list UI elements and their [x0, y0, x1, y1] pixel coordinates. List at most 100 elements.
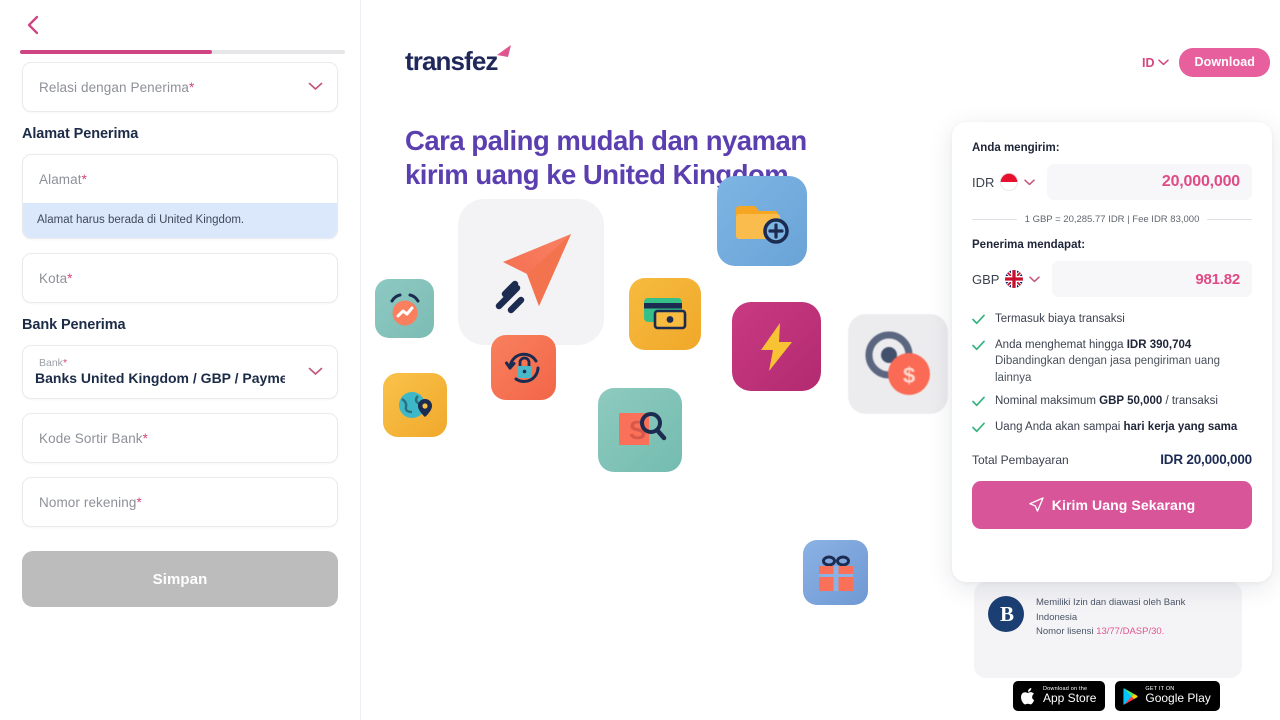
transfez-logo[interactable]: transfez	[405, 45, 515, 76]
bank-label: Bank*	[39, 356, 68, 369]
bank-select[interactable]: Bank* Banks United Kingdom / GBP / Payme…	[22, 345, 338, 399]
benefit-text: Nominal maksimum GBP 50,000 / transaksi	[995, 394, 1218, 407]
language-selector[interactable]: ID	[1142, 56, 1170, 70]
license-number: 13/77/DASP/30.	[1096, 626, 1165, 638]
alarm-chart-icon	[375, 279, 434, 338]
send-amount-value: 20,000,000	[1161, 173, 1240, 190]
receive-amount-input[interactable]: 981.82	[1052, 261, 1252, 297]
license-panel: B Memiliki Izin dan diawasi oleh Bank In…	[974, 582, 1242, 678]
hero-line-2: kirim uang ke United Kingdom	[405, 158, 789, 190]
app-store-badges: Download on the App Store GET IT ON Goog…	[1013, 681, 1220, 711]
benefit-item: Nominal maksimum GBP 50,000 / transaksi	[972, 393, 1252, 412]
benefit-item: Uang Anda akan sampai hari kerja yang sa…	[972, 419, 1252, 438]
check-icon	[972, 312, 985, 330]
save-button[interactable]: Simpan	[22, 551, 338, 607]
benefit-text: Anda menghemat hingga IDR 390,704 Dibandi…	[995, 339, 1221, 384]
chevron-left-icon	[27, 15, 38, 35]
license-text: Memiliki Izin dan diawasi oleh Bank Indo…	[1036, 596, 1185, 640]
globe-location-icon	[383, 373, 447, 437]
benefit-text: Uang Anda akan sampai hari kerja yang sa…	[995, 420, 1238, 433]
license-line-2: Indonesia	[1036, 611, 1078, 623]
form-progress-fill	[20, 50, 212, 54]
address-hint: Alamat harus berada di United Kingdom.	[23, 203, 337, 238]
account-number-placeholder: Nomor rekening*	[39, 494, 142, 510]
city-input[interactable]: Kota*	[22, 253, 338, 303]
address-input[interactable]: Alamat*	[23, 155, 337, 203]
license-line-1: Memiliki Izin dan diawasi oleh Bank	[1036, 597, 1186, 608]
bank-section-title: Bank Penerima	[22, 317, 126, 333]
check-icon	[972, 394, 985, 412]
sidebar-form-body: Relasi dengan Penerima* Alamat Penerima …	[0, 48, 360, 607]
google-play-badge[interactable]: GET IT ON Google Play	[1115, 681, 1220, 711]
header-controls: ID Download	[1142, 48, 1270, 77]
download-button[interactable]: Download	[1179, 48, 1270, 77]
benefit-text: Termasuk biaya transaksi	[995, 313, 1125, 325]
google-play-icon	[1123, 687, 1138, 705]
receive-amount-value: 981.82	[1195, 270, 1240, 288]
uk-flag-icon	[1005, 270, 1024, 288]
money-search-icon: S	[598, 388, 682, 472]
relation-select[interactable]: Relasi dengan Penerima*	[22, 62, 338, 112]
benefits-list: Termasuk biaya transaksi Anda menghemat h…	[972, 311, 1252, 438]
send-amount-input[interactable]: 20,000,000	[1047, 164, 1252, 200]
lock-refresh-icon	[491, 335, 556, 400]
receive-currency-selector[interactable]: GBP	[972, 270, 1046, 288]
svg-text:$: $	[903, 363, 915, 388]
app-store-badge[interactable]: Download on the App Store	[1013, 681, 1106, 711]
send-plane-icon	[1029, 497, 1044, 513]
chevron-down-icon	[1158, 59, 1170, 66]
form-progress-bar	[20, 50, 345, 54]
sort-code-input[interactable]: Kode Sortir Bank*	[22, 413, 338, 463]
receive-label: Penerima mendapat:	[972, 239, 1086, 251]
total-payment-row: Total Pembayaran IDR 20,000,000	[972, 452, 1252, 467]
address-field-group: Alamat* Alamat harus berada di United Ki…	[22, 154, 338, 239]
benefit-item: Anda menghemat hingga IDR 390,704 Dibandi…	[972, 337, 1252, 386]
exchange-rate-text: 1 GBP = 20,285.77 IDR | Fee IDR 83,000	[1024, 214, 1200, 225]
check-icon	[972, 338, 985, 356]
address-section-title: Alamat Penerima	[22, 126, 139, 142]
logo-arrow-icon	[493, 42, 515, 69]
send-money-button-label: Kirim Uang Sekarang	[1051, 496, 1196, 513]
indonesia-flag-icon	[1000, 173, 1019, 191]
city-placeholder: Kota*	[39, 270, 73, 286]
total-payment-value: IDR 20,000,000	[1160, 451, 1252, 467]
bank-value: Banks United Kingdom / GBP / Paymen...	[35, 370, 285, 387]
chevron-down-icon	[1029, 275, 1041, 282]
license-line-3: Nomor lisensi 13/77/DASP/30.	[1036, 626, 1165, 638]
sidebar-topbar	[0, 0, 360, 54]
check-icon	[972, 420, 985, 438]
rate-divider-left	[972, 219, 1017, 220]
address-placeholder: Alamat*	[39, 171, 87, 187]
app-store-badge-bottom: App Store	[1043, 691, 1097, 706]
sort-code-placeholder: Kode Sortir Bank*	[39, 430, 149, 446]
total-payment-label: Total Pembayaran	[972, 452, 1069, 467]
language-label: ID	[1141, 55, 1155, 70]
send-amount-row: IDR 20,000,000	[972, 164, 1252, 200]
rate-divider-right	[1207, 219, 1252, 220]
send-currency-code: IDR	[972, 174, 995, 190]
gift-box-icon	[803, 540, 868, 605]
send-currency-selector[interactable]: IDR	[972, 173, 1041, 191]
receive-currency-code: GBP	[972, 271, 1000, 287]
paper-plane-icon	[458, 199, 604, 345]
logo-text: transfez	[405, 46, 498, 76]
chevron-down-icon	[1024, 178, 1036, 185]
account-number-input[interactable]: Nomor rekening*	[22, 477, 338, 527]
benefit-item: Termasuk biaya transaksi	[972, 311, 1252, 330]
send-label: Anda mengirim:	[972, 142, 1060, 154]
relation-placeholder: Relasi dengan Penerima*	[39, 79, 195, 95]
send-money-button[interactable]: Kirim Uang Sekarang	[972, 480, 1252, 529]
lightning-bolt-icon	[732, 302, 821, 391]
money-transfer-calculator-card: Anda mengirim: IDR 20,000,000 1 GBP = 20…	[952, 122, 1272, 582]
back-button[interactable]	[18, 11, 46, 39]
hero-line-1: Cara paling mudah dan nyaman	[405, 125, 807, 156]
svg-text:S: S	[629, 415, 646, 445]
bank-indonesia-logo-icon: B	[988, 596, 1024, 632]
coin-target-icon: $	[848, 314, 948, 414]
apple-icon	[1021, 687, 1035, 704]
app-screen: Relasi dengan Penerima* Alamat Penerima …	[0, 0, 1280, 720]
receive-amount-row: GBP 981.82	[972, 261, 1252, 297]
card-cash-icon	[629, 278, 701, 350]
exchange-rate-row: 1 GBP = 20,285.77 IDR | Fee IDR 83,000	[972, 214, 1252, 225]
recipient-form-sidebar: Relasi dengan Penerima* Alamat Penerima …	[0, 0, 361, 720]
